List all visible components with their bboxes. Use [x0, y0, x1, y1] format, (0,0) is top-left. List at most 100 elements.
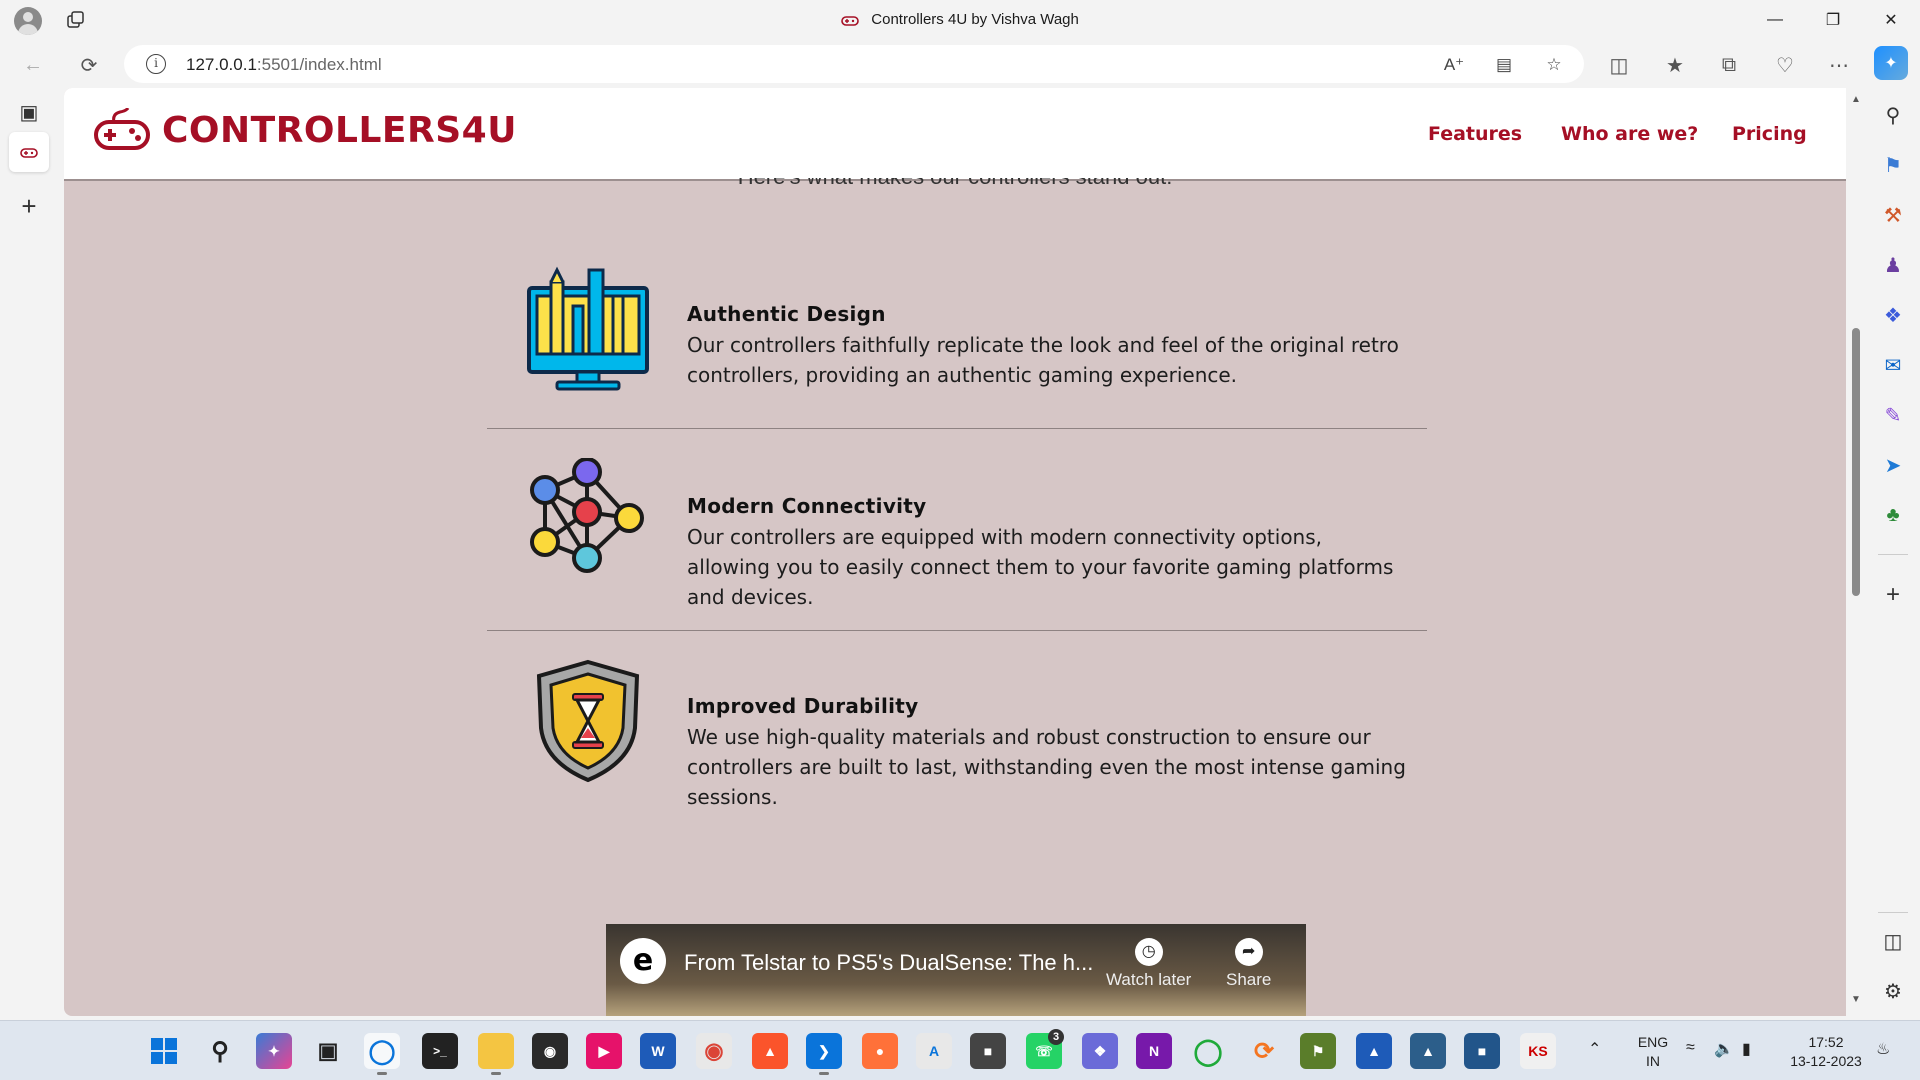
app-cube-icon[interactable]: ❖: [1082, 1033, 1118, 1069]
window-title: Controllers 4U by Vishva Wagh: [0, 11, 1920, 28]
tab-controllers4u[interactable]: [9, 132, 49, 172]
embedded-video[interactable]: e From Telstar to PS5's DualSense: The h…: [606, 924, 1306, 1016]
telegram-icon[interactable]: ➤: [1876, 448, 1910, 482]
volume-icon[interactable]: 🔈: [1714, 1039, 1734, 1059]
virtualbox-icon[interactable]: ■: [1464, 1033, 1500, 1069]
word-icon[interactable]: W: [640, 1033, 676, 1069]
scroll-thumb[interactable]: [1852, 328, 1860, 596]
site-logo[interactable]: CONTROLLERS4U: [94, 108, 517, 152]
input-language[interactable]: ENG IN: [1636, 1033, 1670, 1071]
add-sidebar-app-icon[interactable]: +: [1876, 578, 1910, 612]
vertical-tabs-panel: ▣ +: [0, 88, 58, 1020]
sidebar-divider: [1878, 554, 1908, 555]
windows-logo-icon: [151, 1038, 177, 1064]
favorites-icon[interactable]: ★: [1658, 48, 1692, 82]
edge-browser-icon[interactable]: ◯: [364, 1033, 400, 1075]
clock-icon: ◷: [1134, 938, 1163, 966]
search-icon[interactable]: ⚲: [1876, 98, 1910, 132]
logo-text: CONTROLLERS4U: [162, 109, 517, 151]
app-orange-icon[interactable]: ⟳: [1246, 1033, 1282, 1069]
collections-icon[interactable]: ⧉: [1712, 48, 1746, 82]
app-ks-icon[interactable]: KS: [1520, 1033, 1556, 1069]
share-button[interactable]: ➦ Share: [1226, 938, 1271, 990]
channel-logo-icon[interactable]: e: [620, 938, 666, 984]
running-indicator: [819, 1072, 829, 1075]
copilot-preview-icon[interactable]: ✦: [256, 1033, 292, 1069]
app-green-icon[interactable]: ⚑: [1300, 1033, 1336, 1069]
shopping-tag-icon[interactable]: ⚑: [1876, 148, 1910, 182]
file-explorer-icon[interactable]: [478, 1033, 514, 1075]
start-icon[interactable]: [146, 1033, 182, 1069]
app-circle-icon[interactable]: ◯: [1190, 1033, 1226, 1069]
tree-icon[interactable]: ♣: [1876, 498, 1910, 532]
scroll-down-icon[interactable]: ▼: [1850, 994, 1862, 1006]
chrome-icon[interactable]: ◉: [696, 1033, 732, 1069]
back-icon[interactable]: ←: [16, 48, 50, 82]
nav-who-are-we-link[interactable]: Who are we?: [1561, 123, 1698, 145]
settings-gear-icon[interactable]: ⚙: [1876, 974, 1910, 1008]
microsoft-365-icon[interactable]: ❖: [1876, 298, 1910, 332]
video-title[interactable]: From Telstar to PS5's DualSense: The h..…: [684, 950, 1093, 976]
feature-title: Modern Connectivity: [687, 494, 927, 518]
new-tab-icon[interactable]: +: [9, 186, 49, 226]
restore-icon[interactable]: ❐: [1804, 0, 1862, 40]
notification-bell-icon[interactable]: ♨: [1876, 1039, 1890, 1059]
app-ai-icon[interactable]: A: [916, 1033, 952, 1069]
notification-badge: 3: [1048, 1029, 1064, 1045]
wifi-icon[interactable]: ≈: [1686, 1039, 1695, 1057]
address-bar[interactable]: i 127.0.0.1:5501/index.html A⁺ ▤ ☆: [124, 45, 1584, 83]
nav-features-link[interactable]: Features: [1428, 123, 1522, 145]
site-header: CONTROLLERS4U Features Who are we? Prici…: [64, 88, 1846, 181]
site-info-icon[interactable]: i: [146, 54, 166, 74]
immersive-reader-icon[interactable]: ▤: [1492, 53, 1516, 77]
web-page: CONTROLLERS4U Features Who are we? Prici…: [64, 88, 1846, 1016]
onenote-icon[interactable]: N: [1136, 1033, 1172, 1069]
feature-improved-durability: Improved Durability We use high-quality …: [487, 654, 1427, 834]
share-icon: ➦: [1234, 938, 1263, 966]
url-text[interactable]: 127.0.0.1:5501/index.html: [186, 55, 382, 75]
running-indicator: [377, 1072, 387, 1075]
brave-icon[interactable]: ▲: [752, 1033, 788, 1069]
designer-icon[interactable]: ✎: [1876, 398, 1910, 432]
media-app-icon[interactable]: ▶: [586, 1033, 622, 1069]
firefox-icon[interactable]: ●: [862, 1033, 898, 1069]
network-nodes-icon: [530, 458, 644, 573]
search-icon[interactable]: ⚲: [202, 1033, 238, 1069]
tools-icon[interactable]: ⚒: [1876, 198, 1910, 232]
minimize-icon[interactable]: —: [1746, 0, 1804, 40]
copilot-icon[interactable]: ✦: [1874, 46, 1908, 80]
scroll-up-icon[interactable]: ▲: [1850, 94, 1862, 106]
obs-icon[interactable]: ◉: [532, 1033, 568, 1069]
clock[interactable]: 17:52 13-12-2023: [1782, 1033, 1870, 1071]
terminal-icon[interactable]: >_: [422, 1033, 458, 1069]
whatsapp-icon[interactable]: ☏ 3: [1026, 1029, 1064, 1069]
sidebar-divider: [1878, 912, 1908, 913]
outlook-icon[interactable]: ✉: [1876, 348, 1910, 382]
close-icon[interactable]: ✕: [1862, 0, 1920, 40]
split-screen-icon[interactable]: ◫: [1602, 48, 1636, 82]
app-car-icon[interactable]: ■: [970, 1033, 1006, 1069]
browser-essentials-icon[interactable]: ♡: [1768, 48, 1802, 82]
more-menu-icon[interactable]: ⋯: [1822, 48, 1856, 82]
watch-later-button[interactable]: ◷ Watch later: [1106, 938, 1191, 990]
battery-icon[interactable]: ▮: [1742, 1039, 1751, 1059]
nav-pricing-link[interactable]: Pricing: [1732, 123, 1807, 145]
feature-title: Improved Durability: [687, 694, 919, 718]
page-scrollbar[interactable]: ▲ ▼: [1846, 88, 1866, 1016]
app-chart-icon[interactable]: ▲: [1356, 1033, 1392, 1069]
running-indicator: [491, 1072, 501, 1075]
app-dolphin-icon[interactable]: ▲: [1410, 1033, 1446, 1069]
hide-sidebar-icon[interactable]: ◫: [1876, 924, 1910, 958]
edge-sidebar: ⚲ ⚑ ⚒ ♟ ❖ ✉ ✎ ➤ ♣ + ◫ ⚙: [1866, 88, 1920, 1020]
feature-divider: [487, 428, 1427, 429]
features-intro-text: Here's what makes our controllers stand …: [64, 178, 1846, 188]
read-aloud-icon[interactable]: A⁺: [1442, 53, 1466, 77]
shield-hourglass-icon: [536, 659, 640, 783]
favorite-star-icon[interactable]: ☆: [1542, 53, 1566, 77]
vscode-icon[interactable]: ❯: [806, 1033, 842, 1075]
refresh-icon[interactable]: ⟳: [72, 48, 106, 82]
show-hidden-icons-icon[interactable]: ⌃: [1588, 1039, 1601, 1059]
games-icon[interactable]: ♟: [1876, 248, 1910, 282]
tab-actions-icon[interactable]: ▣: [9, 92, 49, 132]
task-view-icon[interactable]: ▣: [310, 1033, 346, 1069]
